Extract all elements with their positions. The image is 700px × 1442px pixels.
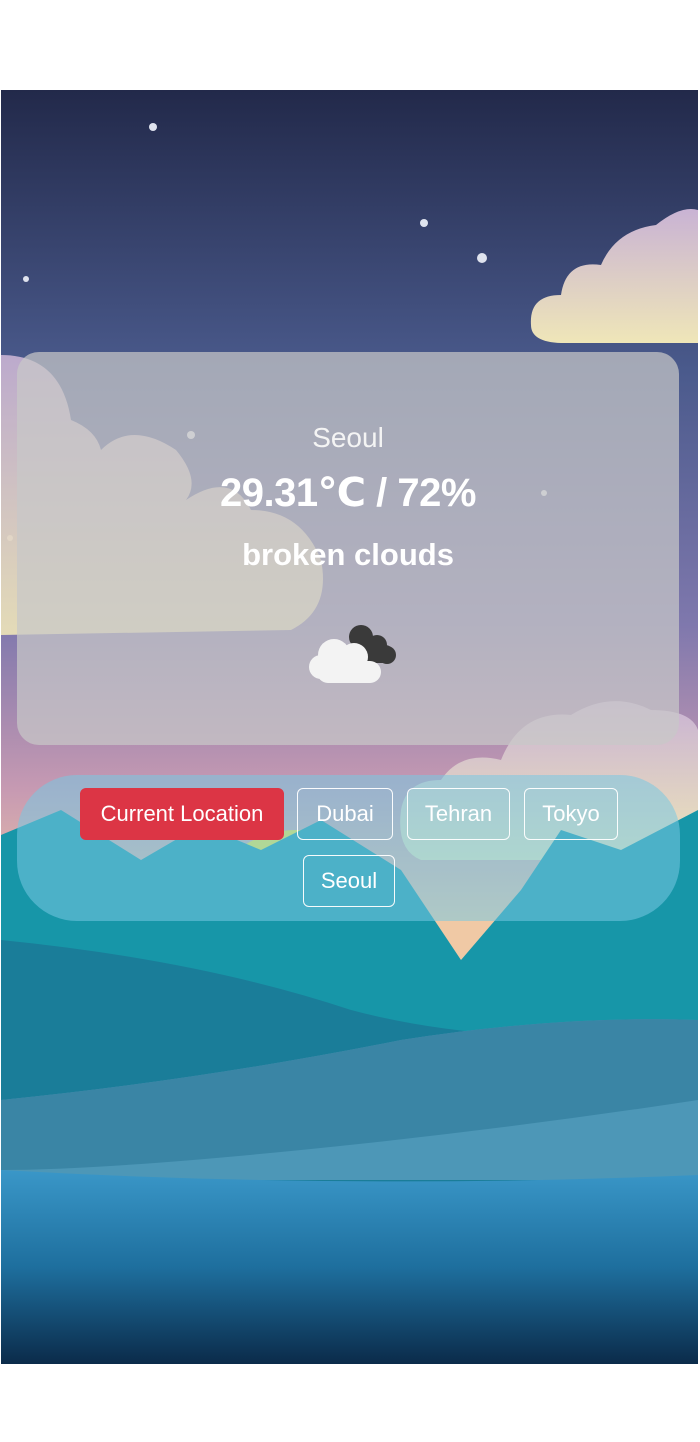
temperature-humidity: 29.31℃ / 72%	[220, 471, 476, 515]
broken-clouds-icon	[309, 625, 396, 683]
city-button-panel: Current Location Dubai Tehran Tokyo Seou…	[17, 775, 680, 921]
dubai-button[interactable]: Dubai	[297, 788, 393, 840]
weather-description: broken clouds	[242, 537, 454, 572]
tokyo-button[interactable]: Tokyo	[524, 788, 618, 840]
seoul-button[interactable]: Seoul	[303, 855, 395, 907]
current-location-button[interactable]: Current Location	[80, 788, 284, 840]
city-name: Seoul	[312, 422, 384, 453]
tehran-button[interactable]: Tehran	[407, 788, 510, 840]
weather-card: Seoul 29.31℃ / 72% broken clouds	[17, 352, 679, 745]
